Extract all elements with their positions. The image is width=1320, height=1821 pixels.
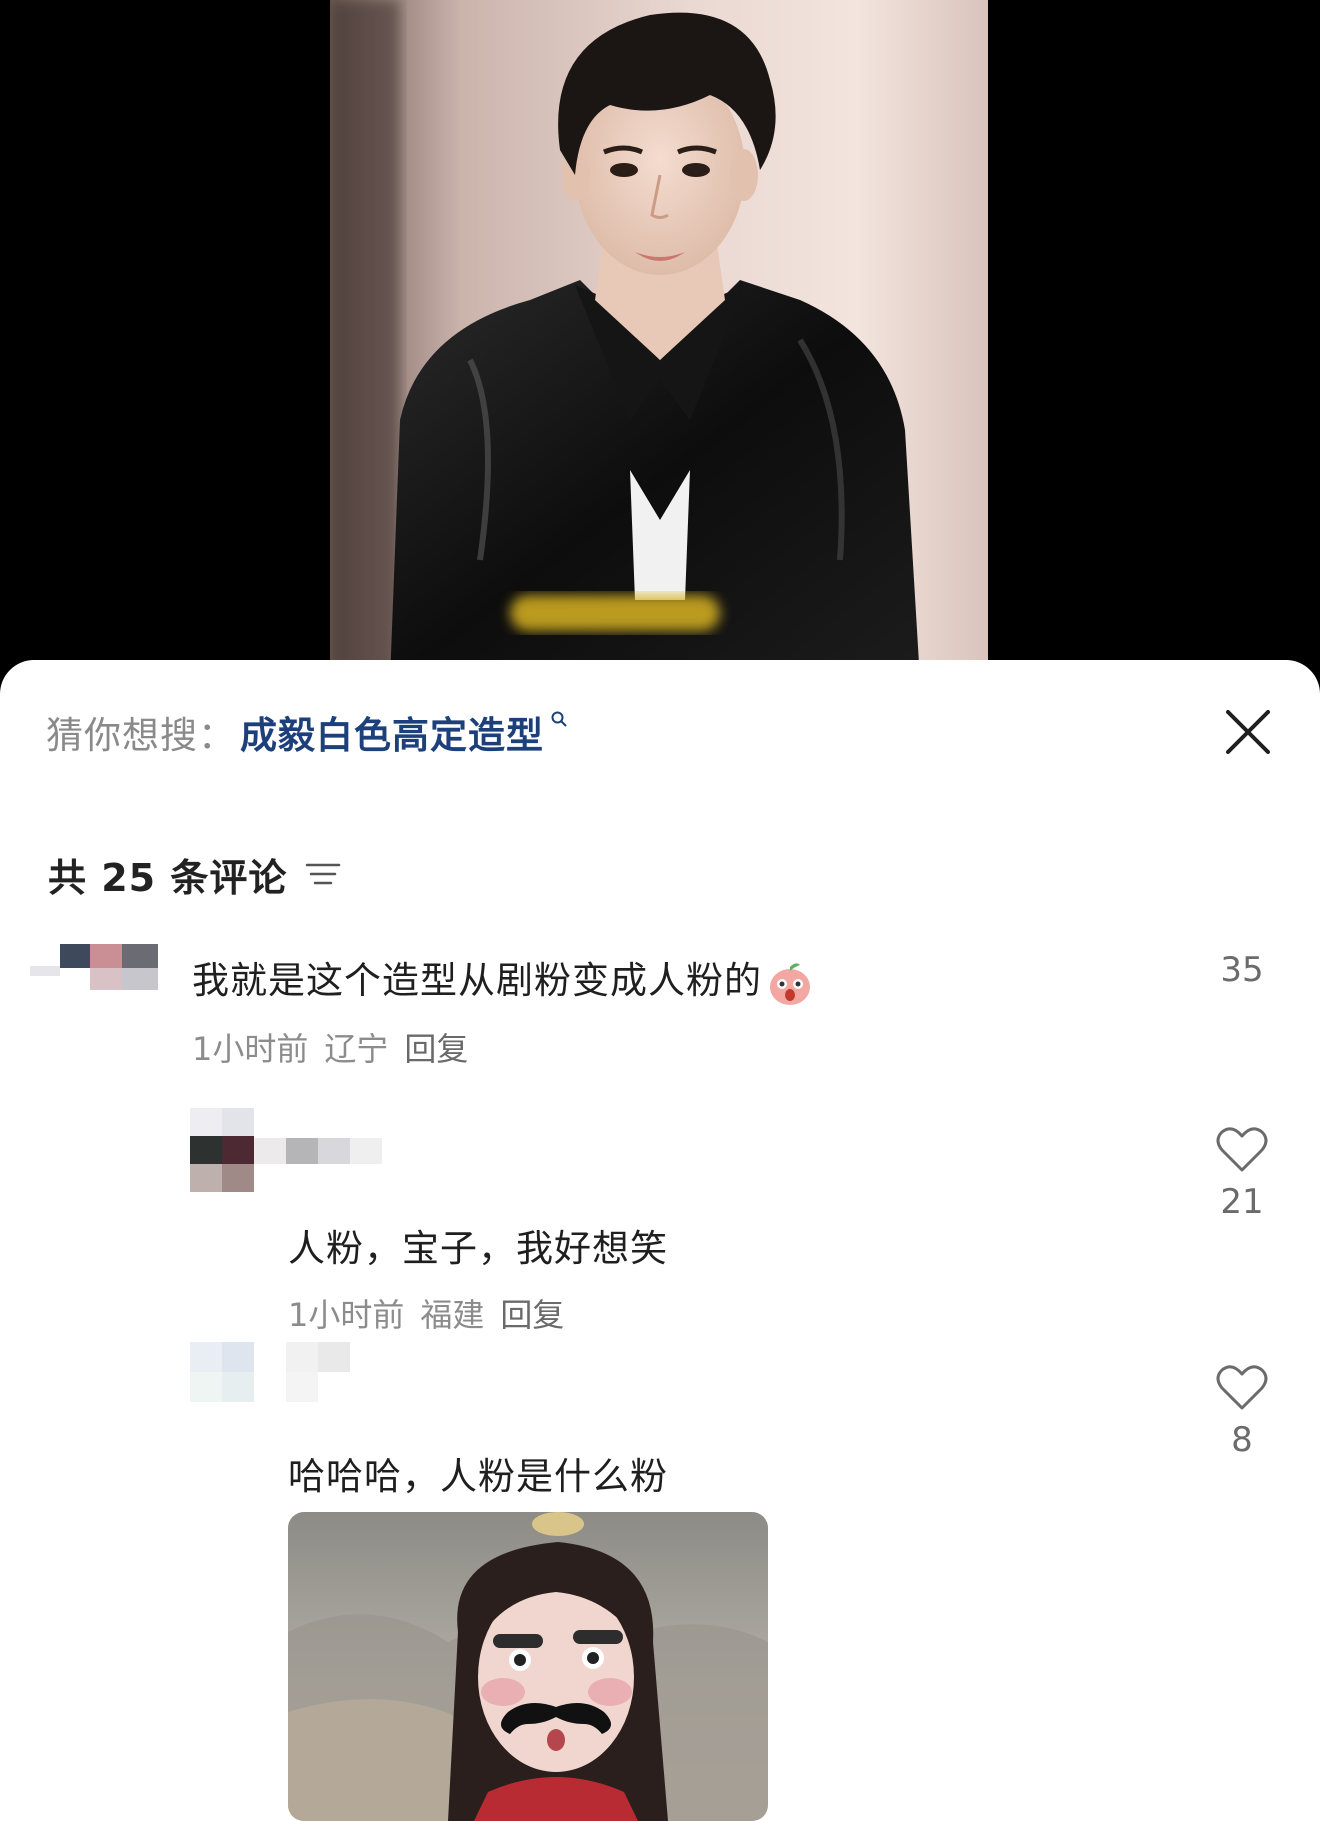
comment-sticker-image[interactable] bbox=[288, 1512, 768, 1821]
video-player[interactable] bbox=[0, 0, 1320, 680]
sort-icon[interactable] bbox=[305, 859, 341, 889]
search-icon[interactable] bbox=[550, 710, 568, 728]
reply-button[interactable]: 回复 bbox=[404, 1024, 468, 1070]
like-button[interactable]: 8 bbox=[1202, 1364, 1282, 1460]
comment-text: 人粉，宝子，我好想笑 bbox=[288, 1227, 668, 1270]
comment-time: 1小时前 bbox=[288, 1296, 405, 1334]
comment-text: 我就是这个造型从剧粉变成人粉的 bbox=[192, 950, 814, 1007]
comment-location: 福建 bbox=[420, 1296, 485, 1334]
comment-count: 共 25 条评论 bbox=[48, 855, 288, 900]
video-frame[interactable] bbox=[330, 0, 988, 680]
heart-icon[interactable] bbox=[1216, 1364, 1268, 1412]
comment-count-row: 共 25 条评论 bbox=[48, 846, 341, 902]
video-still-image bbox=[330, 0, 920, 680]
avatar[interactable] bbox=[190, 1108, 390, 1204]
reply-item: 人粉，宝子，我好想笑 1小时前 福建 回复 21 bbox=[0, 1108, 1320, 1334]
avatar[interactable] bbox=[190, 1342, 390, 1412]
comment-meta: 1小时前 福建 回复 bbox=[288, 1290, 564, 1336]
cartoon-character-image bbox=[288, 1512, 768, 1821]
comment-time: 1小时前 bbox=[192, 1030, 309, 1068]
reply-button[interactable]: 回复 bbox=[500, 1290, 564, 1336]
like-button[interactable]: 35 bbox=[1202, 950, 1282, 990]
comment-panel: 猜你想搜： 成毅白色高定造型 共 25 条评论 我就是这个造型从剧粉变成人粉的 … bbox=[0, 660, 1320, 1821]
like-count: 35 bbox=[1220, 950, 1264, 990]
suggestion-query-link[interactable]: 成毅白色高定造型 bbox=[240, 705, 544, 759]
avatar[interactable] bbox=[30, 940, 160, 1000]
comment-text: 哈哈哈，人粉是什么粉 bbox=[288, 1455, 668, 1498]
like-count: 21 bbox=[1220, 1182, 1264, 1222]
heart-icon[interactable] bbox=[1216, 1126, 1268, 1174]
suggestion-label: 猜你想搜： bbox=[46, 714, 236, 757]
search-suggestion: 猜你想搜： 成毅白色高定造型 bbox=[46, 702, 568, 762]
peach-emoji-icon bbox=[770, 962, 810, 1005]
comment-location: 辽宁 bbox=[324, 1030, 389, 1068]
close-icon[interactable] bbox=[1222, 706, 1274, 758]
like-count: 8 bbox=[1231, 1420, 1253, 1460]
comment-meta: 1小时前 辽宁 回复 bbox=[192, 1024, 468, 1070]
like-button[interactable]: 21 bbox=[1202, 1126, 1282, 1222]
comment-body: 我就是这个造型从剧粉变成人粉的 bbox=[192, 959, 762, 1002]
comment-item: 我就是这个造型从剧粉变成人粉的 1小时前 辽宁 回复 35 bbox=[0, 940, 1320, 1080]
